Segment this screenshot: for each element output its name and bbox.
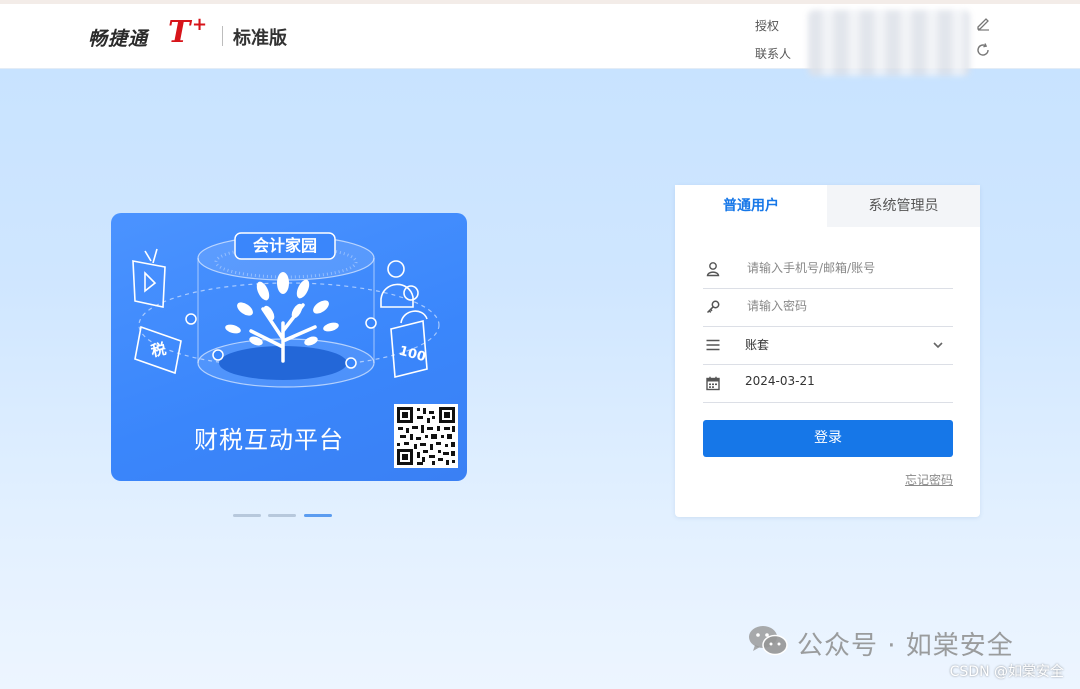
brand-name: 畅捷通 (88, 28, 149, 50)
wechat-icon (749, 626, 788, 656)
header-bar: 畅捷通 T + 标准版 授权 联系人 (0, 4, 1080, 76)
account-set-select[interactable]: 账套 (703, 326, 953, 365)
promo-banner[interactable]: 100 会计家园 税 财税互动平台 (111, 213, 467, 481)
account-set-value: 账套 (745, 338, 770, 352)
username-field[interactable] (703, 250, 953, 289)
login-card: 普通用户 系统管理员 账套 2024-03-21 (675, 185, 980, 517)
redacted-info (808, 10, 970, 76)
wechat-watermark: 公众号 · 如棠安全 (797, 631, 1014, 661)
password-field[interactable] (703, 288, 953, 327)
csdn-watermark: CSDN @如棠安全 (949, 664, 1064, 680)
banner-pill-label: 会计家园 (252, 236, 317, 255)
auth-label: 授权 (755, 19, 780, 33)
carousel-dot[interactable] (233, 514, 261, 517)
svg-text:100: 100 (397, 344, 427, 366)
carousel-dot[interactable] (268, 514, 296, 517)
carousel-dot-active[interactable] (304, 514, 332, 517)
brand-plus-logo: + (192, 14, 208, 35)
tab-system-admin[interactable]: 系统管理员 (827, 185, 980, 227)
forgot-password-link[interactable]: 忘记密码 (905, 471, 953, 488)
brand-t-logo: T (168, 15, 191, 50)
edition-label: 标准版 (233, 28, 287, 49)
date-value: 2024-03-21 (745, 374, 815, 388)
contact-label: 联系人 (755, 47, 792, 61)
calendar-icon (706, 376, 720, 391)
menu-icon (706, 339, 720, 351)
login-button[interactable]: 登录 (703, 420, 953, 457)
tab-normal-user[interactable]: 普通用户 (675, 185, 827, 227)
refresh-icon[interactable] (975, 42, 991, 58)
password-input[interactable] (747, 296, 947, 316)
login-tabs: 普通用户 系统管理员 (675, 185, 980, 227)
banner-caption: 财税互动平台 (194, 426, 344, 454)
logo-divider (222, 26, 223, 46)
edit-icon[interactable] (975, 15, 991, 31)
date-field[interactable]: 2024-03-21 (703, 364, 953, 403)
key-icon (706, 300, 720, 314)
username-input[interactable] (747, 258, 947, 278)
user-icon (706, 262, 720, 277)
qr-code (394, 404, 458, 468)
chevron-down-icon[interactable] (931, 338, 945, 352)
